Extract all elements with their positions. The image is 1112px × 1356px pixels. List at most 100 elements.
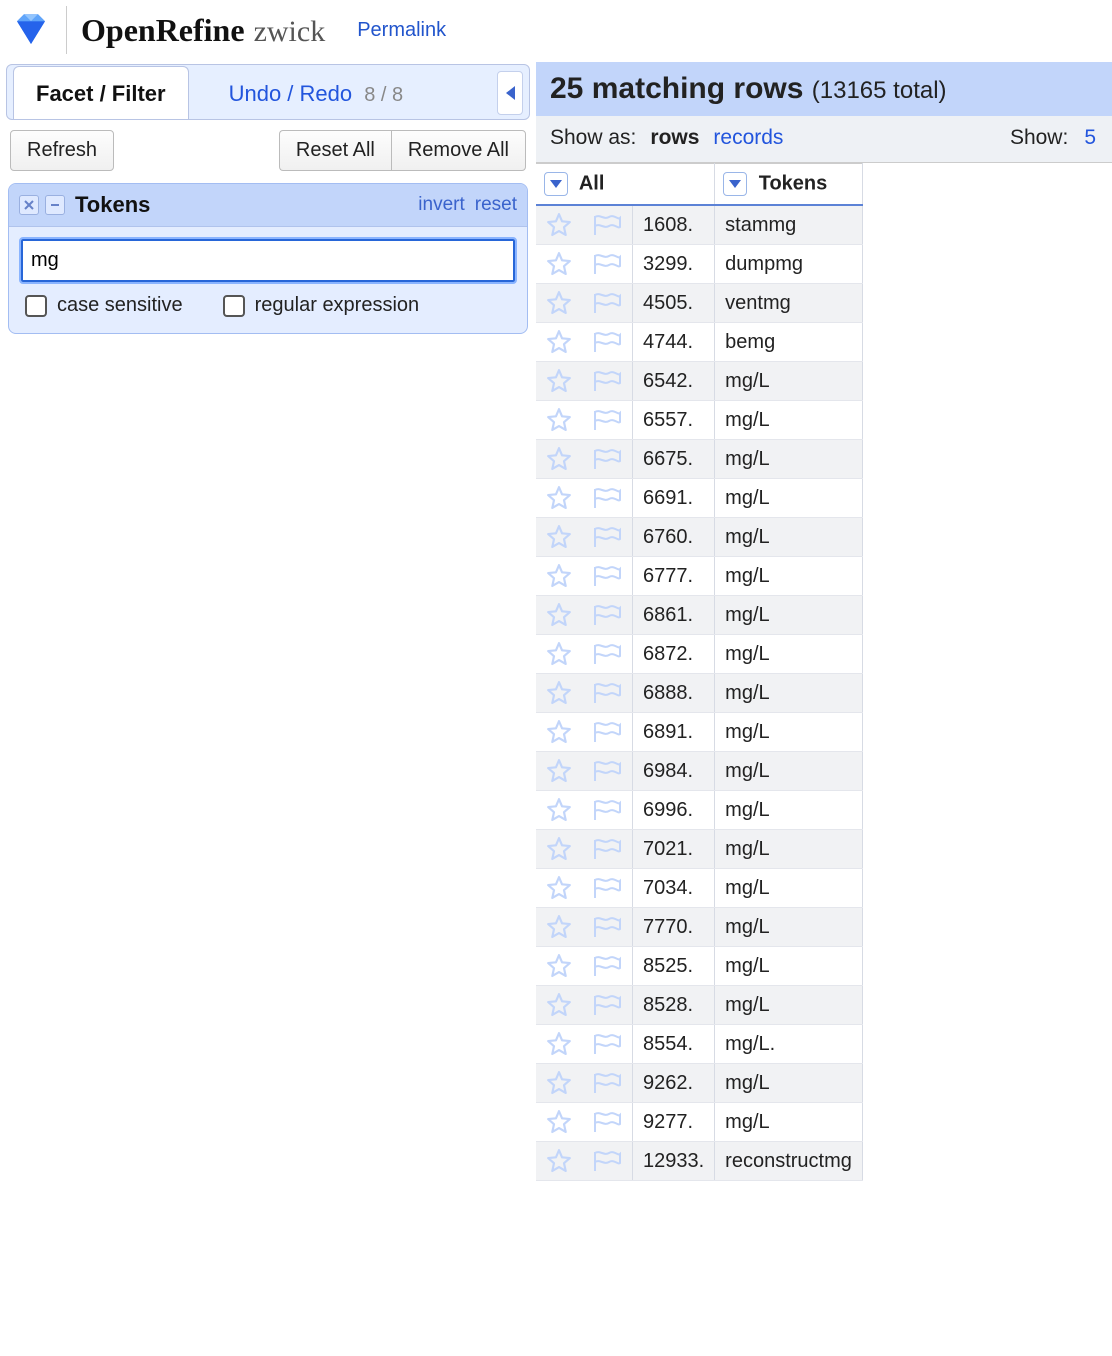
cell-tokens[interactable]: mg/L: [715, 674, 863, 713]
facet-text-input[interactable]: [21, 239, 515, 282]
star-toggle[interactable]: [536, 947, 582, 986]
cell-tokens[interactable]: mg/L: [715, 986, 863, 1025]
flag-toggle[interactable]: [582, 1025, 633, 1064]
flag-toggle[interactable]: [582, 830, 633, 869]
cell-tokens[interactable]: stammg: [715, 205, 863, 245]
cell-tokens[interactable]: mg/L: [715, 908, 863, 947]
regex-option[interactable]: regular expression: [223, 294, 420, 317]
cell-tokens[interactable]: mg/L: [715, 947, 863, 986]
flag-toggle[interactable]: [582, 205, 633, 245]
flag-toggle[interactable]: [582, 557, 633, 596]
flag-toggle[interactable]: [582, 479, 633, 518]
flag-toggle[interactable]: [582, 713, 633, 752]
star-toggle[interactable]: [536, 791, 582, 830]
flag-toggle[interactable]: [582, 635, 633, 674]
show-as-rows[interactable]: rows: [650, 126, 699, 150]
cell-tokens[interactable]: mg/L: [715, 1103, 863, 1142]
column-header-all[interactable]: All: [536, 164, 715, 206]
refresh-button[interactable]: Refresh: [10, 130, 114, 171]
cell-tokens[interactable]: reconstructmg: [715, 1142, 863, 1181]
flag-toggle[interactable]: [582, 518, 633, 557]
star-toggle[interactable]: [536, 986, 582, 1025]
flag-toggle[interactable]: [582, 791, 633, 830]
star-toggle[interactable]: [536, 284, 582, 323]
star-toggle[interactable]: [536, 830, 582, 869]
cell-tokens[interactable]: mg/L: [715, 752, 863, 791]
collapse-left-button[interactable]: [497, 71, 523, 115]
star-toggle[interactable]: [536, 1103, 582, 1142]
remove-all-button[interactable]: Remove All: [391, 130, 526, 171]
star-toggle[interactable]: [536, 1142, 582, 1181]
cell-tokens[interactable]: mg/L: [715, 479, 863, 518]
cell-tokens[interactable]: mg/L: [715, 713, 863, 752]
cell-tokens[interactable]: ventmg: [715, 284, 863, 323]
cell-tokens[interactable]: mg/L: [715, 362, 863, 401]
column-menu-all[interactable]: [544, 172, 568, 196]
table-row: 4505.ventmg: [536, 284, 862, 323]
star-toggle[interactable]: [536, 908, 582, 947]
flag-toggle[interactable]: [582, 323, 633, 362]
star-toggle[interactable]: [536, 752, 582, 791]
star-toggle[interactable]: [536, 635, 582, 674]
star-toggle[interactable]: [536, 245, 582, 284]
reset-all-button[interactable]: Reset All: [279, 130, 391, 171]
diamond-logo-icon: [10, 9, 52, 51]
cell-tokens[interactable]: mg/L: [715, 635, 863, 674]
cell-tokens[interactable]: mg/L.: [715, 1025, 863, 1064]
flag-toggle[interactable]: [582, 440, 633, 479]
cell-tokens[interactable]: mg/L: [715, 518, 863, 557]
flag-toggle[interactable]: [582, 986, 633, 1025]
cell-tokens[interactable]: mg/L: [715, 1064, 863, 1103]
show-as-records[interactable]: records: [713, 126, 783, 150]
flag-toggle[interactable]: [582, 947, 633, 986]
flag-toggle[interactable]: [582, 1064, 633, 1103]
cell-tokens[interactable]: mg/L: [715, 830, 863, 869]
cell-tokens[interactable]: bemg: [715, 323, 863, 362]
star-toggle[interactable]: [536, 713, 582, 752]
flag-toggle[interactable]: [582, 362, 633, 401]
star-toggle[interactable]: [536, 518, 582, 557]
star-toggle[interactable]: [536, 205, 582, 245]
row-index: 9262.: [633, 1064, 715, 1103]
cell-tokens[interactable]: mg/L: [715, 557, 863, 596]
page-size-5[interactable]: 5: [1084, 126, 1096, 150]
flag-toggle[interactable]: [582, 869, 633, 908]
cell-tokens[interactable]: mg/L: [715, 440, 863, 479]
star-toggle[interactable]: [536, 557, 582, 596]
star-toggle[interactable]: [536, 479, 582, 518]
facet-title-bar: Tokens invert reset: [9, 184, 527, 227]
star-toggle[interactable]: [536, 869, 582, 908]
facet-invert-link[interactable]: invert: [418, 194, 464, 216]
cell-tokens[interactable]: mg/L: [715, 596, 863, 635]
cell-tokens[interactable]: mg/L: [715, 791, 863, 830]
facet-reset-link[interactable]: reset: [475, 194, 517, 216]
flag-toggle[interactable]: [582, 401, 633, 440]
flag-toggle[interactable]: [582, 245, 633, 284]
column-header-tokens[interactable]: Tokens: [715, 164, 863, 206]
flag-toggle[interactable]: [582, 1142, 633, 1181]
star-toggle[interactable]: [536, 596, 582, 635]
star-toggle[interactable]: [536, 674, 582, 713]
star-toggle[interactable]: [536, 1064, 582, 1103]
facet-minimize-button[interactable]: [45, 195, 65, 215]
star-toggle[interactable]: [536, 1025, 582, 1064]
case-sensitive-option[interactable]: case sensitive: [25, 294, 183, 317]
flag-toggle[interactable]: [582, 284, 633, 323]
cell-tokens[interactable]: mg/L: [715, 869, 863, 908]
star-toggle[interactable]: [536, 323, 582, 362]
star-toggle[interactable]: [536, 401, 582, 440]
tab-undo-redo[interactable]: Undo / Redo 8 / 8: [207, 67, 426, 119]
flag-toggle[interactable]: [582, 1103, 633, 1142]
star-toggle[interactable]: [536, 362, 582, 401]
flag-toggle[interactable]: [582, 908, 633, 947]
column-menu-tokens[interactable]: [723, 172, 747, 196]
cell-tokens[interactable]: mg/L: [715, 401, 863, 440]
facet-close-button[interactable]: [19, 195, 39, 215]
cell-tokens[interactable]: dumpmg: [715, 245, 863, 284]
flag-toggle[interactable]: [582, 752, 633, 791]
star-toggle[interactable]: [536, 440, 582, 479]
permalink-link[interactable]: Permalink: [357, 19, 446, 42]
flag-toggle[interactable]: [582, 596, 633, 635]
flag-toggle[interactable]: [582, 674, 633, 713]
tab-facet-filter[interactable]: Facet / Filter: [13, 66, 189, 119]
